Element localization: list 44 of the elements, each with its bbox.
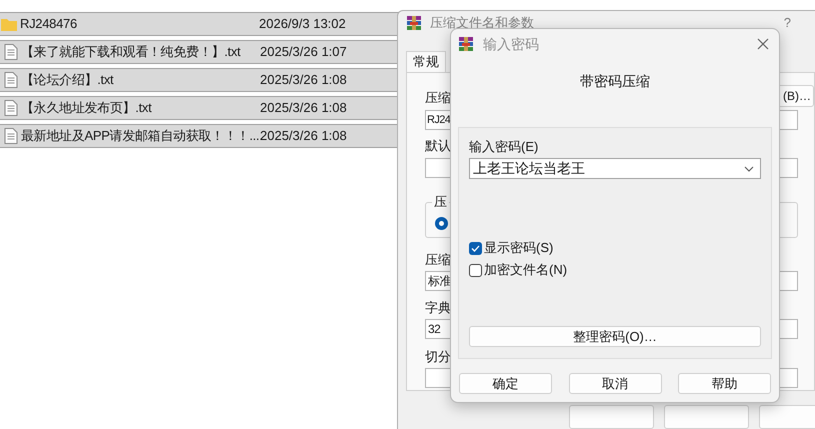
- folder-icon: [1, 17, 17, 31]
- file-date: 2025/3/26 1:08: [260, 127, 347, 146]
- file-name: 【永久地址发布页】.txt: [21, 99, 153, 118]
- checkbox-label: 加密文件名(N): [484, 263, 568, 277]
- document-icon: [4, 128, 18, 144]
- file-row[interactable]: RJ248476 2026/9/3 13:02: [0, 12, 400, 36]
- organize-button[interactable]: 整理密码(O)…: [469, 326, 761, 347]
- check-icon: [471, 244, 480, 252]
- close-button[interactable]: [755, 36, 771, 52]
- dialog-button[interactable]: 确定: [459, 373, 552, 394]
- file-name: 【论坛介绍】.txt: [21, 71, 114, 90]
- field-label: 压缩: [425, 88, 451, 107]
- chevron-down-icon: [744, 166, 754, 172]
- dialog-button[interactable]: 帮助: [678, 373, 771, 394]
- window-title: 输入密码: [483, 34, 539, 54]
- file-date: 2026/9/3 13:02: [259, 15, 346, 34]
- dialog-button[interactable]: 取消: [568, 373, 662, 394]
- tab[interactable]: 常规: [406, 51, 446, 72]
- file-date: 2025/3/26 1:07: [260, 43, 347, 62]
- radio-button[interactable]: [435, 216, 448, 230]
- field-label: 字典: [425, 300, 451, 316]
- document-icon: [4, 44, 18, 60]
- field-label: 压缩: [425, 252, 451, 268]
- file-name: 【来了就能下载和观看！纯免费！】.txt: [21, 43, 242, 62]
- field-label: 默认: [425, 138, 451, 154]
- books-icon: [458, 36, 474, 52]
- file-date: 2025/3/26 1:08: [260, 71, 347, 90]
- field-label: 切分: [425, 349, 451, 366]
- dialog-heading: 带密码压缩: [580, 72, 650, 91]
- password-value: 上老王论坛当老王: [473, 159, 585, 178]
- checkbox-label: 显示密码(S): [484, 241, 554, 255]
- file-date: 2025/3/26 1:08: [260, 99, 347, 118]
- password-field[interactable]: 上老王论坛当老王: [469, 158, 761, 179]
- file-row[interactable]: 【来了就能下载和观看！纯免费！】.txt 2025/3/26 1:07: [0, 40, 400, 64]
- file-row[interactable]: 【论坛介绍】.txt 2025/3/26 1:08: [0, 68, 400, 92]
- checkbox[interactable]: [469, 264, 482, 276]
- document-icon: [4, 100, 18, 116]
- file-name: RJ248476: [20, 15, 78, 34]
- books-icon: [406, 15, 422, 31]
- close-icon: [757, 38, 769, 50]
- field-label: 输入密码(E): [469, 139, 538, 154]
- document-icon: [4, 72, 18, 88]
- file-row[interactable]: 【永久地址发布页】.txt 2025/3/26 1:08: [0, 96, 400, 120]
- checkbox[interactable]: [469, 242, 482, 254]
